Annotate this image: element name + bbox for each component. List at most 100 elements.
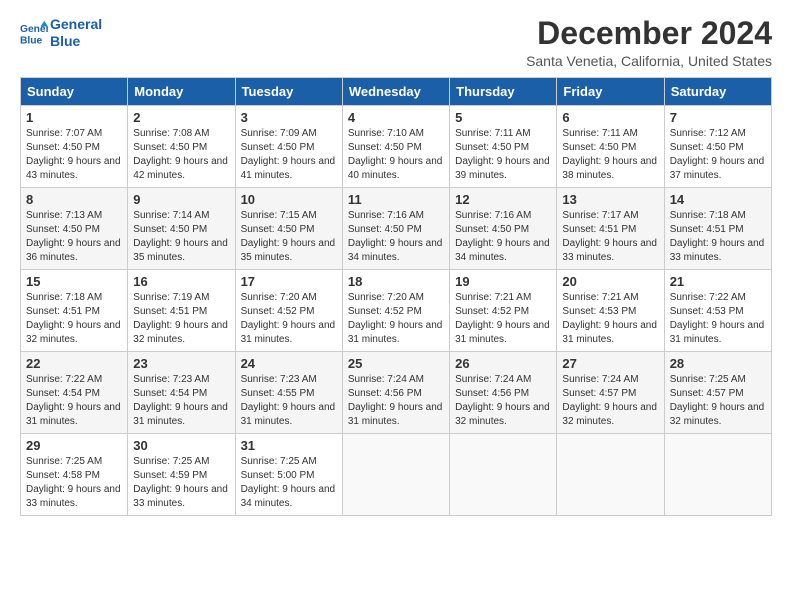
calendar-week-3: 15 Sunrise: 7:18 AMSunset: 4:51 PMDayligh…: [21, 270, 772, 352]
calendar-cell: 8Sunrise: 7:13 AMSunset: 4:50 PMDaylight…: [21, 188, 128, 270]
calendar-cell: 9Sunrise: 7:14 AMSunset: 4:50 PMDaylight…: [128, 188, 235, 270]
col-saturday: Saturday: [664, 78, 771, 106]
logo-line2: Blue: [50, 33, 102, 50]
calendar-cell: 16Sunrise: 7:19 AMSunset: 4:51 PMDayligh…: [128, 270, 235, 352]
calendar-cell: 5Sunrise: 7:11 AMSunset: 4:50 PMDaylight…: [450, 106, 557, 188]
day-number: 26: [455, 356, 551, 371]
calendar-cell: 1 Sunrise: 7:07 AMSunset: 4:50 PMDaylight…: [21, 106, 128, 188]
calendar-cell: 20 Sunrise: 7:21 AMSunset: 4:53 PMDayligh…: [557, 270, 664, 352]
calendar-cell: 18Sunrise: 7:20 AMSunset: 4:52 PMDayligh…: [342, 270, 449, 352]
day-info: Sunrise: 7:20 AMSunset: 4:52 PMDaylight:…: [348, 292, 443, 345]
calendar-cell: 12 Sunrise: 7:16 AMSunset: 4:50 PMDayligh…: [450, 188, 557, 270]
calendar-cell: 14 Sunrise: 7:18 AMSunset: 4:51 PMDayligh…: [664, 188, 771, 270]
day-number: 7: [670, 110, 766, 125]
day-info: Sunrise: 7:18 AMSunset: 4:51 PMDaylight:…: [670, 210, 765, 263]
day-info: Sunrise: 7:07 AMSunset: 4:50 PMDaylight:…: [26, 128, 121, 181]
day-info: Sunrise: 7:22 AMSunset: 4:53 PMDaylight:…: [670, 292, 765, 345]
day-number: 3: [241, 110, 337, 125]
subtitle: Santa Venetia, California, United States: [526, 53, 772, 69]
calendar-week-1: 1 Sunrise: 7:07 AMSunset: 4:50 PMDaylight…: [21, 106, 772, 188]
day-info: Sunrise: 7:25 AMSunset: 5:00 PMDaylight:…: [241, 456, 336, 509]
day-info: Sunrise: 7:12 AMSunset: 4:50 PMDaylight:…: [670, 128, 765, 181]
day-info: Sunrise: 7:24 AMSunset: 4:57 PMDaylight:…: [562, 374, 657, 427]
day-info: Sunrise: 7:11 AMSunset: 4:50 PMDaylight:…: [562, 128, 657, 181]
calendar-cell: 27Sunrise: 7:24 AMSunset: 4:57 PMDayligh…: [557, 352, 664, 434]
day-number: 21: [670, 274, 766, 289]
calendar-cell: 4Sunrise: 7:10 AMSunset: 4:50 PMDaylight…: [342, 106, 449, 188]
day-info: Sunrise: 7:18 AMSunset: 4:51 PMDaylight:…: [26, 292, 121, 345]
calendar-cell: 2 Sunrise: 7:08 AMSunset: 4:50 PMDaylight…: [128, 106, 235, 188]
calendar-cell: [557, 434, 664, 516]
day-number: 9: [133, 192, 229, 207]
day-info: Sunrise: 7:21 AMSunset: 4:53 PMDaylight:…: [562, 292, 657, 345]
day-number: 8: [26, 192, 122, 207]
day-number: 22: [26, 356, 122, 371]
day-info: Sunrise: 7:10 AMSunset: 4:50 PMDaylight:…: [348, 128, 443, 181]
day-info: Sunrise: 7:17 AMSunset: 4:51 PMDaylight:…: [562, 210, 657, 263]
day-number: 20: [562, 274, 658, 289]
calendar-cell: 26 Sunrise: 7:24 AMSunset: 4:56 PMDayligh…: [450, 352, 557, 434]
calendar-cell: 11 Sunrise: 7:16 AMSunset: 4:50 PMDayligh…: [342, 188, 449, 270]
calendar-cell: 3Sunrise: 7:09 AMSunset: 4:50 PMDaylight…: [235, 106, 342, 188]
day-number: 1: [26, 110, 122, 125]
day-number: 28: [670, 356, 766, 371]
day-number: 19: [455, 274, 551, 289]
calendar-cell: 10Sunrise: 7:15 AMSunset: 4:50 PMDayligh…: [235, 188, 342, 270]
day-number: 10: [241, 192, 337, 207]
day-number: 11: [348, 192, 444, 207]
day-info: Sunrise: 7:25 AMSunset: 4:57 PMDaylight:…: [670, 374, 765, 427]
day-info: Sunrise: 7:20 AMSunset: 4:52 PMDaylight:…: [241, 292, 336, 345]
col-wednesday: Wednesday: [342, 78, 449, 106]
calendar-cell: 19Sunrise: 7:21 AMSunset: 4:52 PMDayligh…: [450, 270, 557, 352]
calendar-cell: [342, 434, 449, 516]
day-info: Sunrise: 7:08 AMSunset: 4:50 PMDaylight:…: [133, 128, 228, 181]
calendar-cell: 21 Sunrise: 7:22 AMSunset: 4:53 PMDayligh…: [664, 270, 771, 352]
day-number: 2: [133, 110, 229, 125]
day-number: 25: [348, 356, 444, 371]
day-info: Sunrise: 7:19 AMSunset: 4:51 PMDaylight:…: [133, 292, 228, 345]
col-tuesday: Tuesday: [235, 78, 342, 106]
calendar-body: 1 Sunrise: 7:07 AMSunset: 4:50 PMDaylight…: [21, 106, 772, 516]
header: General Blue General Blue December 2024 …: [20, 16, 772, 69]
day-number: 14: [670, 192, 766, 207]
day-info: Sunrise: 7:23 AMSunset: 4:54 PMDaylight:…: [133, 374, 228, 427]
col-thursday: Thursday: [450, 78, 557, 106]
calendar-week-4: 22 Sunrise: 7:22 AMSunset: 4:54 PMDayligh…: [21, 352, 772, 434]
calendar-cell: 17 Sunrise: 7:20 AMSunset: 4:52 PMDayligh…: [235, 270, 342, 352]
calendar-cell: 28 Sunrise: 7:25 AMSunset: 4:57 PMDayligh…: [664, 352, 771, 434]
calendar-cell: 13Sunrise: 7:17 AMSunset: 4:51 PMDayligh…: [557, 188, 664, 270]
col-sunday: Sunday: [21, 78, 128, 106]
page: General Blue General Blue December 2024 …: [0, 0, 792, 526]
main-title: December 2024: [526, 16, 772, 51]
day-number: 17: [241, 274, 337, 289]
calendar-cell: 24 Sunrise: 7:23 AMSunset: 4:55 PMDayligh…: [235, 352, 342, 434]
logo: General Blue General Blue: [20, 16, 102, 50]
day-info: Sunrise: 7:24 AMSunset: 4:56 PMDaylight:…: [455, 374, 550, 427]
day-number: 31: [241, 438, 337, 453]
day-number: 24: [241, 356, 337, 371]
calendar-cell: 22 Sunrise: 7:22 AMSunset: 4:54 PMDayligh…: [21, 352, 128, 434]
day-info: Sunrise: 7:25 AMSunset: 4:59 PMDaylight:…: [133, 456, 228, 509]
day-number: 30: [133, 438, 229, 453]
calendar-header: Sunday Monday Tuesday Wednesday Thursday…: [21, 78, 772, 106]
day-number: 12: [455, 192, 551, 207]
calendar-week-5: 29Sunrise: 7:25 AMSunset: 4:58 PMDayligh…: [21, 434, 772, 516]
calendar-cell: 25 Sunrise: 7:24 AMSunset: 4:56 PMDayligh…: [342, 352, 449, 434]
logo-line1: General: [50, 16, 102, 33]
day-number: 6: [562, 110, 658, 125]
calendar-cell: 7 Sunrise: 7:12 AMSunset: 4:50 PMDaylight…: [664, 106, 771, 188]
day-info: Sunrise: 7:22 AMSunset: 4:54 PMDaylight:…: [26, 374, 121, 427]
day-info: Sunrise: 7:23 AMSunset: 4:55 PMDaylight:…: [241, 374, 336, 427]
header-row: Sunday Monday Tuesday Wednesday Thursday…: [21, 78, 772, 106]
col-friday: Friday: [557, 78, 664, 106]
day-info: Sunrise: 7:16 AMSunset: 4:50 PMDaylight:…: [348, 210, 443, 263]
day-info: Sunrise: 7:24 AMSunset: 4:56 PMDaylight:…: [348, 374, 443, 427]
calendar-cell: 31 Sunrise: 7:25 AMSunset: 5:00 PMDayligh…: [235, 434, 342, 516]
day-info: Sunrise: 7:16 AMSunset: 4:50 PMDaylight:…: [455, 210, 550, 263]
calendar-cell: 23Sunrise: 7:23 AMSunset: 4:54 PMDayligh…: [128, 352, 235, 434]
logo-icon: General Blue: [20, 19, 48, 47]
calendar-week-2: 8Sunrise: 7:13 AMSunset: 4:50 PMDaylight…: [21, 188, 772, 270]
calendar-cell: 6 Sunrise: 7:11 AMSunset: 4:50 PMDaylight…: [557, 106, 664, 188]
day-number: 15: [26, 274, 122, 289]
calendar-cell: 29Sunrise: 7:25 AMSunset: 4:58 PMDayligh…: [21, 434, 128, 516]
